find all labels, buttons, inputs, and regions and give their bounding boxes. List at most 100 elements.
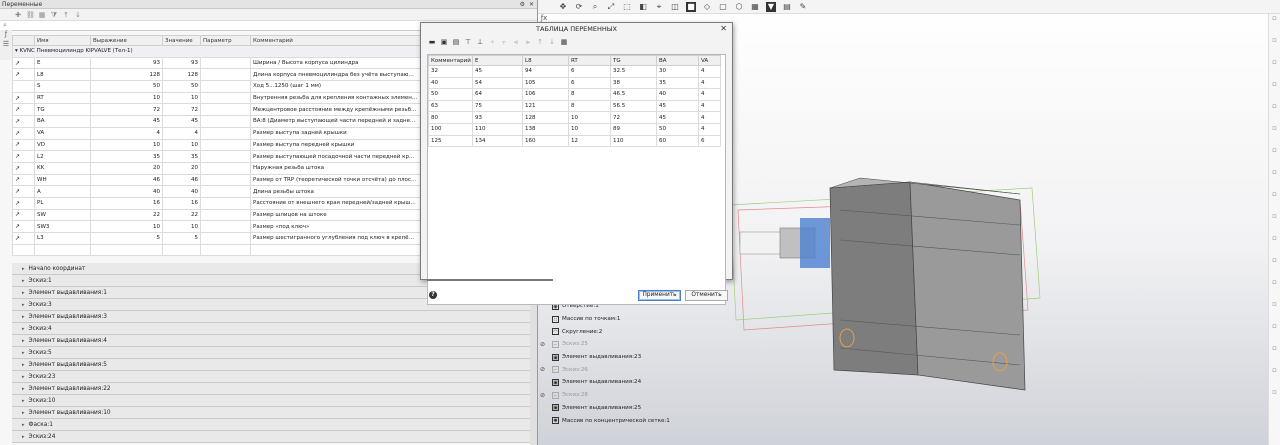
table-cell[interactable]: 35 bbox=[656, 76, 699, 90]
table-row[interactable]: ↗ VA 4 4 Размер выступа задней крышки bbox=[12, 126, 421, 140]
table-cell[interactable]: 93 bbox=[472, 111, 523, 124]
table-cell[interactable]: 4 bbox=[698, 65, 721, 78]
variable-comment[interactable]: Размер шлицов на штоке bbox=[250, 208, 421, 222]
table-cell[interactable]: 45 bbox=[656, 111, 699, 124]
variable-parameter[interactable] bbox=[200, 68, 251, 82]
variable-expression[interactable]: 20 bbox=[90, 161, 163, 175]
list-icon[interactable]: ☰ bbox=[0, 40, 12, 50]
chevron-right-icon[interactable]: ▸ bbox=[22, 266, 25, 272]
variable-expression[interactable]: 22 bbox=[90, 208, 163, 222]
function-icon[interactable]: ƒ bbox=[0, 30, 12, 40]
table-row[interactable]: 63 75 121 8 56.5 45 4 bbox=[428, 99, 721, 113]
variable-parameter[interactable] bbox=[200, 196, 251, 210]
tool-icon[interactable]: ▫ bbox=[1269, 300, 1280, 322]
table-row[interactable]: 50 64 106 8 46.5 40 4 bbox=[428, 88, 721, 101]
table-cell[interactable]: 110 bbox=[610, 134, 657, 148]
table-row[interactable]: ↗ L8 128 128 Длина корпуса пневмоцилиндра бе… bbox=[12, 68, 421, 82]
model-tree-item[interactable]: ⊘ ⌐ Эскиз:25 bbox=[540, 338, 740, 351]
tree-item[interactable]: ▸ Эскиз:23 bbox=[12, 371, 530, 383]
table-row[interactable]: 125 134 160 12 110 60 6 bbox=[428, 134, 721, 148]
variable-expression[interactable]: 10 bbox=[90, 220, 163, 233]
table-cell[interactable]: 38 bbox=[610, 76, 657, 90]
close-icon[interactable]: ✕ bbox=[529, 1, 534, 8]
layer-icon[interactable]: ▤ bbox=[782, 2, 792, 12]
variable-comment[interactable]: Длина резьбы штока bbox=[250, 185, 421, 198]
tool-icon[interactable]: ▫ bbox=[1269, 212, 1280, 234]
variable-parameter[interactable] bbox=[200, 103, 251, 117]
model-tree-item[interactable]: ✺ Массив по концентрической сетке:1 bbox=[540, 414, 740, 427]
table-row[interactable]: ↗ L3 5 5 Размер шестигранного углубления под… bbox=[12, 232, 421, 245]
chevron-right-icon[interactable]: ▸ bbox=[22, 350, 25, 356]
tool-icon[interactable]: ▫ bbox=[1269, 278, 1280, 300]
tool-icon[interactable]: ▫ bbox=[1269, 256, 1280, 278]
table-cell[interactable]: 32 bbox=[428, 65, 473, 78]
empty-cell[interactable] bbox=[162, 243, 201, 257]
variable-expression[interactable]: 50 bbox=[90, 80, 163, 93]
variable-comment[interactable]: Внутренняя резьба для крепления контажны… bbox=[250, 91, 421, 105]
chevron-right-icon[interactable]: ▸ bbox=[22, 338, 25, 344]
variable-parameter[interactable] bbox=[200, 150, 251, 163]
table-cell[interactable]: 138 bbox=[522, 122, 569, 136]
table-row[interactable]: ↗ A 40 40 Длина резьбы штока bbox=[12, 185, 421, 198]
table-cell[interactable]: 125 bbox=[428, 134, 473, 148]
table-row[interactable]: ↗ SW 22 22 Размер шлицов на штоке bbox=[12, 208, 421, 222]
table-row[interactable]: ↗ L2 35 35 Размер выступающей посадочной час… bbox=[12, 150, 421, 163]
table-cell[interactable]: 6 bbox=[698, 134, 721, 148]
table-cell[interactable]: 4 bbox=[698, 76, 721, 90]
table-cell[interactable]: 40 bbox=[428, 76, 473, 90]
table-cell[interactable]: 8 bbox=[568, 88, 611, 101]
tree-item[interactable]: ▸ Эскиз:24 bbox=[12, 431, 530, 443]
open-folder-icon[interactable]: ▬ bbox=[428, 38, 436, 46]
table-cell[interactable]: 4 bbox=[698, 99, 721, 113]
table-cell[interactable]: 4 bbox=[698, 88, 721, 101]
variable-expression[interactable]: 10 bbox=[90, 138, 163, 152]
variable-parameter[interactable] bbox=[200, 56, 251, 70]
variable-name[interactable]: L2 bbox=[34, 150, 91, 163]
tool-icon[interactable]: ▫ bbox=[1269, 322, 1280, 344]
variable-comment[interactable]: Размер выступа задней крышки bbox=[250, 126, 421, 140]
tree-item[interactable]: ▸ Эскиз:5 bbox=[12, 347, 530, 359]
chevron-right-icon[interactable]: ▸ bbox=[22, 434, 25, 440]
column-header[interactable]: E bbox=[472, 55, 523, 66]
variable-comment[interactable]: Размер выступающей посадочной части пере… bbox=[250, 150, 421, 163]
column-header[interactable]: RT bbox=[568, 55, 611, 66]
table-cell[interactable]: 94 bbox=[522, 65, 569, 78]
variable-name[interactable]: TG bbox=[34, 103, 91, 117]
table-cell[interactable]: 72 bbox=[610, 111, 657, 124]
variable-name[interactable]: VD bbox=[34, 138, 91, 152]
empty-cell[interactable] bbox=[200, 243, 251, 257]
variable-parameter[interactable] bbox=[200, 161, 251, 175]
table-cell[interactable]: 121 bbox=[522, 99, 569, 113]
tool-icon[interactable]: ▫ bbox=[1269, 102, 1280, 124]
chevron-right-icon[interactable]: ▸ bbox=[22, 278, 25, 284]
column-header[interactable] bbox=[12, 35, 35, 46]
table-cell[interactable]: 134 bbox=[472, 134, 523, 148]
variable-parameter[interactable] bbox=[200, 115, 251, 128]
column-header[interactable]: Имя bbox=[34, 35, 91, 46]
table-cell[interactable]: 46.5 bbox=[610, 88, 657, 101]
column-header[interactable]: Комментарий bbox=[250, 35, 421, 46]
variable-comment[interactable]: Размер от TRP (теоретической точки отсчё… bbox=[250, 173, 421, 187]
table-cell[interactable]: 105 bbox=[522, 76, 569, 90]
tool-icon[interactable]: ▫ bbox=[1269, 58, 1280, 80]
variable-comment[interactable]: Межцентровое расстояние между крепёжными… bbox=[250, 103, 421, 117]
close-icon[interactable]: ✕ bbox=[720, 24, 727, 33]
table-cell[interactable]: 45 bbox=[472, 65, 523, 78]
variable-comment[interactable]: BA:8 (Диаметр выступающей части передней… bbox=[250, 115, 421, 128]
variable-expression[interactable]: 35 bbox=[90, 150, 163, 163]
column-header[interactable]: Выражение bbox=[90, 35, 163, 46]
tool-icon[interactable]: ▫ bbox=[1269, 80, 1280, 102]
tree-item[interactable]: ▸ Элемент выдавливания:10 bbox=[12, 407, 530, 419]
variable-expression[interactable]: 5 bbox=[90, 232, 163, 245]
chevron-right-icon[interactable]: ▸ bbox=[22, 290, 25, 296]
variable-name[interactable]: L8 bbox=[34, 68, 91, 82]
variable-parameter[interactable] bbox=[200, 80, 251, 93]
hidden-eye-icon[interactable]: ⊘ bbox=[540, 392, 552, 399]
table-cell[interactable]: 75 bbox=[472, 99, 523, 113]
table-cell[interactable]: 40 bbox=[656, 88, 699, 101]
table-cell[interactable]: 80 bbox=[428, 111, 473, 124]
move-up-icon[interactable]: ↑ bbox=[536, 38, 544, 46]
table-row[interactable]: 80 93 128 10 72 45 4 bbox=[428, 111, 721, 124]
table-cell[interactable]: 4 bbox=[698, 122, 721, 136]
chevron-right-icon[interactable]: ▸ bbox=[22, 398, 25, 404]
